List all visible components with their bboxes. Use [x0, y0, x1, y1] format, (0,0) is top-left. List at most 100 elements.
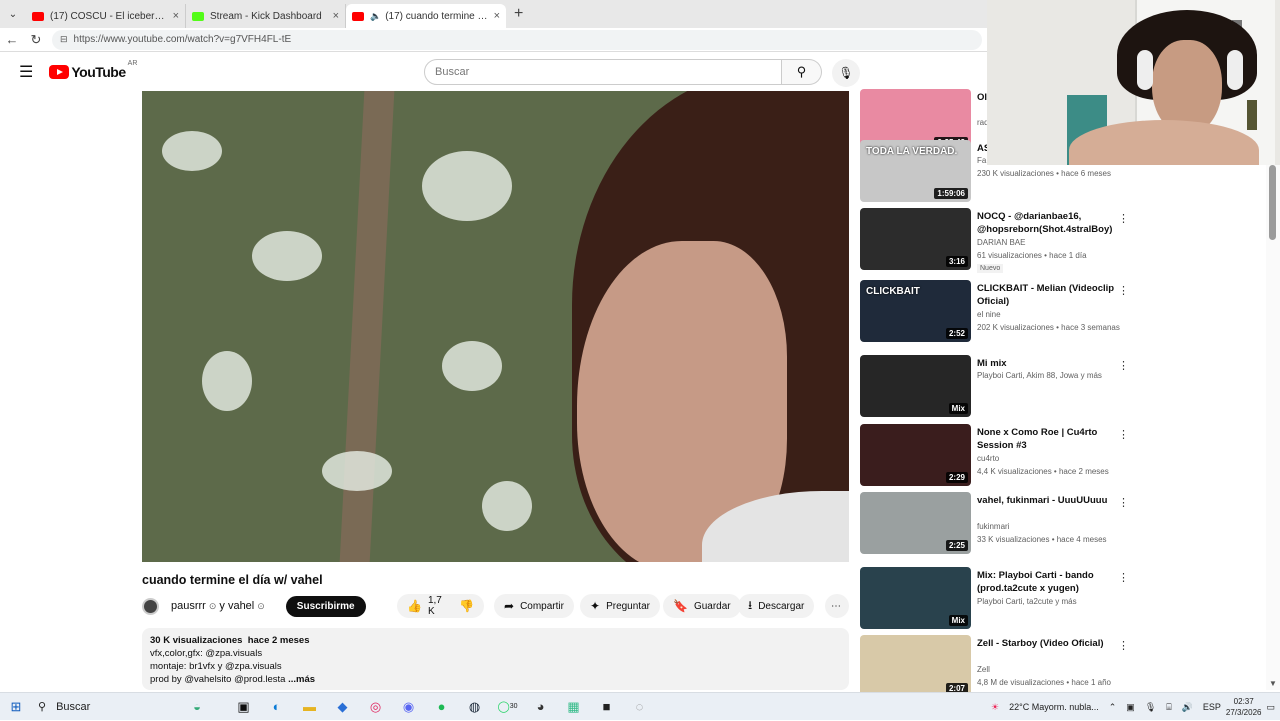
more-vertical-icon[interactable]: ⋮	[1118, 428, 1129, 441]
volume-icon[interactable]: 🔊	[1182, 702, 1193, 713]
more-vertical-icon[interactable]: ⋮	[1118, 496, 1129, 509]
recommendation-item[interactable]: Mix Mi mix Playboi Carti, Akim 88, Jowa y …	[860, 355, 1130, 419]
microphone-icon[interactable]: 🎙	[1145, 702, 1156, 713]
windows-start-icon[interactable]: ⊞	[0, 699, 32, 715]
recommendation-thumbnail[interactable]: TODA LA VERDAD. 1:59:06	[860, 140, 971, 202]
recommendation-channel[interactable]: cu4rto	[977, 454, 999, 463]
recommendation-title[interactable]: vahel, fukinmari - UuuUUuuu	[977, 494, 1117, 507]
tab-kick[interactable]: Stream - Kick Dashboard ×	[186, 4, 346, 28]
recommendation-thumbnail[interactable]: 2:25	[860, 492, 971, 554]
recommendation-channel[interactable]: Zell	[977, 665, 990, 674]
recommendation-thumbnail[interactable]: CLICKBAIT 2:52	[860, 280, 971, 342]
share-button[interactable]: ➦ Compartir	[494, 594, 574, 618]
recommendation-thumbnail[interactable]: 2:29	[860, 424, 971, 486]
search-button[interactable]: ⚲	[782, 59, 822, 85]
description-line: montaje: br1vfx y @zpa.visuals	[150, 661, 282, 672]
recommendation-item[interactable]: CLICKBAIT 2:52 CLICKBAIT - Melian (Videocl…	[860, 280, 1130, 344]
recommendation-thumbnail[interactable]: 2:07	[860, 635, 971, 697]
recommendation-thumbnail[interactable]: Mix	[860, 355, 971, 417]
close-tab-icon[interactable]: ×	[173, 10, 179, 22]
like-icon[interactable]: 👍	[407, 599, 422, 613]
recommendation-title[interactable]: NOCQ - @darianbae16, @hopsreborn(Shot.4s…	[977, 210, 1117, 236]
weather-text[interactable]: 22°C Mayorm. nubla...	[1009, 702, 1099, 712]
tab-coscu[interactable]: (17) COSCU - El iceberg Argentina ×	[26, 4, 186, 28]
share-label: Compartir	[520, 600, 564, 612]
video-player[interactable]	[142, 91, 849, 562]
more-vertical-icon[interactable]: ⋮	[1118, 639, 1129, 652]
description-box[interactable]: 30 K visualizaciones hace 2 meses vfx,co…	[142, 628, 849, 690]
whatsapp-icon[interactable]: ◯ 30	[491, 693, 524, 721]
calculator-icon[interactable]: ▦	[557, 693, 590, 721]
channel-name[interactable]: pausrrr	[171, 600, 206, 612]
tab-current-video[interactable]: 🔈 (17) cuando termine el día w/ ×	[346, 4, 506, 28]
task-view-icon[interactable]: ▣	[227, 693, 260, 721]
channel-avatar[interactable]	[142, 597, 159, 615]
file-explorer-icon[interactable]: ▬	[293, 693, 326, 721]
ask-button[interactable]: ✦ Preguntar	[580, 594, 660, 618]
widgets-icon[interactable]: ◒	[167, 693, 227, 721]
menu-icon[interactable]: ☰	[19, 62, 33, 82]
back-arrow-icon[interactable]: ←	[0, 32, 24, 47]
language-indicator[interactable]: ESP	[1203, 702, 1221, 712]
steam-icon[interactable]: ◍	[458, 693, 491, 721]
recommendation-title[interactable]: Zell - Starboy (Video Oficial)	[977, 637, 1117, 650]
recommendation-channel[interactable]: fukinmari	[977, 522, 1009, 531]
network-icon[interactable]: ⌸	[1166, 702, 1171, 713]
voice-search-button[interactable]: 🎙	[832, 59, 860, 87]
tray-apps-icon[interactable]: ▣	[1126, 702, 1135, 713]
save-button[interactable]: 🔖 Guardar	[663, 594, 741, 618]
recommendation-thumbnail[interactable]: Mix	[860, 567, 971, 629]
more-actions-button[interactable]: ⋯	[825, 594, 849, 618]
close-tab-icon[interactable]: ×	[494, 10, 500, 22]
obs-icon[interactable]: ◕	[524, 693, 557, 721]
site-info-icon[interactable]: ⊟	[60, 34, 68, 45]
recommendation-channel[interactable]: Playboi Carti, ta2cute y más	[977, 597, 1077, 606]
recommendation-channel[interactable]: DARIAN BAE	[977, 238, 1025, 247]
recommendation-item[interactable]: 2:29 None x Como Roe | Cu4rto Session #3 c…	[860, 424, 1130, 488]
store-icon[interactable]: ◆	[326, 693, 359, 721]
notifications-icon[interactable]: ▭	[1266, 702, 1275, 713]
taskbar-search[interactable]: ⚲ Buscar	[32, 693, 167, 721]
recommendation-item[interactable]: 2:07 Zell - Starboy (Video Oficial) Zell 4,…	[860, 635, 1130, 699]
youtube-logo[interactable]: YouTube AR	[49, 60, 137, 80]
like-count[interactable]: 1,7 K	[428, 595, 445, 617]
speaker-icon[interactable]: 🔈	[370, 11, 381, 22]
recommendation-thumbnail[interactable]: 3:16	[860, 208, 971, 270]
app-icon[interactable]: ◌	[623, 693, 656, 721]
recommendation-title[interactable]: Mix: Playboi Carti - bando (prod.ta2cute…	[977, 569, 1117, 595]
more-vertical-icon[interactable]: ⋮	[1118, 212, 1129, 225]
opera-icon[interactable]: ◎	[359, 693, 392, 721]
recommendation-item[interactable]: 2:25 vahel, fukinmari - UuuUUuuu fukinmari…	[860, 492, 1130, 556]
page-scrollbar[interactable]: ▼	[1266, 165, 1280, 690]
recommendation-title[interactable]: CLICKBAIT - Melian (Videoclip Oficial)	[977, 282, 1117, 308]
recommendation-title[interactable]: Mi mix	[977, 357, 1117, 370]
epic-games-icon[interactable]: ■	[590, 693, 623, 721]
more-vertical-icon[interactable]: ⋮	[1118, 284, 1129, 297]
subscribe-button[interactable]: Suscribirme	[285, 595, 366, 617]
tab-search-dropdown-icon[interactable]: ⌄	[0, 0, 26, 28]
discord-icon[interactable]: ◉	[392, 693, 425, 721]
scrollbar-thumb[interactable]	[1269, 165, 1276, 240]
clock[interactable]: 02:37 27/3/2026	[1226, 696, 1262, 718]
recommendation-channel[interactable]: el nine	[977, 310, 1001, 319]
recommendation-title[interactable]: None x Como Roe | Cu4rto Session #3	[977, 426, 1117, 452]
url-field[interactable]: ⊟ https://www.youtube.com/watch?v=g7VFH4…	[52, 29, 982, 50]
close-tab-icon[interactable]: ×	[333, 10, 339, 22]
show-more-link[interactable]: ...más	[288, 674, 315, 685]
dislike-icon[interactable]: 👎	[459, 599, 474, 613]
chevron-up-icon[interactable]: ⌃	[1109, 702, 1117, 713]
collab-channel[interactable]: y vahel	[219, 600, 254, 612]
scroll-down-arrow-icon[interactable]: ▼	[1266, 679, 1280, 688]
reload-icon[interactable]: ↻	[24, 32, 48, 48]
spotify-icon[interactable]: ●	[425, 693, 458, 721]
more-vertical-icon[interactable]: ⋮	[1118, 359, 1129, 372]
recommendation-channel[interactable]: Playboi Carti, Akim 88, Jowa y más	[977, 371, 1102, 380]
edge-icon[interactable]: ◐	[260, 693, 293, 721]
recommendation-item[interactable]: 3:16 NOCQ - @darianbae16, @hopsreborn(Sho…	[860, 208, 1130, 273]
recommendation-channel[interactable]: Fa	[977, 156, 986, 165]
more-vertical-icon[interactable]: ⋮	[1118, 571, 1129, 584]
download-button[interactable]: ⭳ Descargar	[738, 594, 815, 618]
new-tab-icon[interactable]: +	[514, 5, 523, 23]
search-input[interactable]: Buscar	[424, 59, 782, 85]
recommendation-item[interactable]: Mix Mix: Playboi Carti - bando (prod.ta2c…	[860, 567, 1130, 631]
